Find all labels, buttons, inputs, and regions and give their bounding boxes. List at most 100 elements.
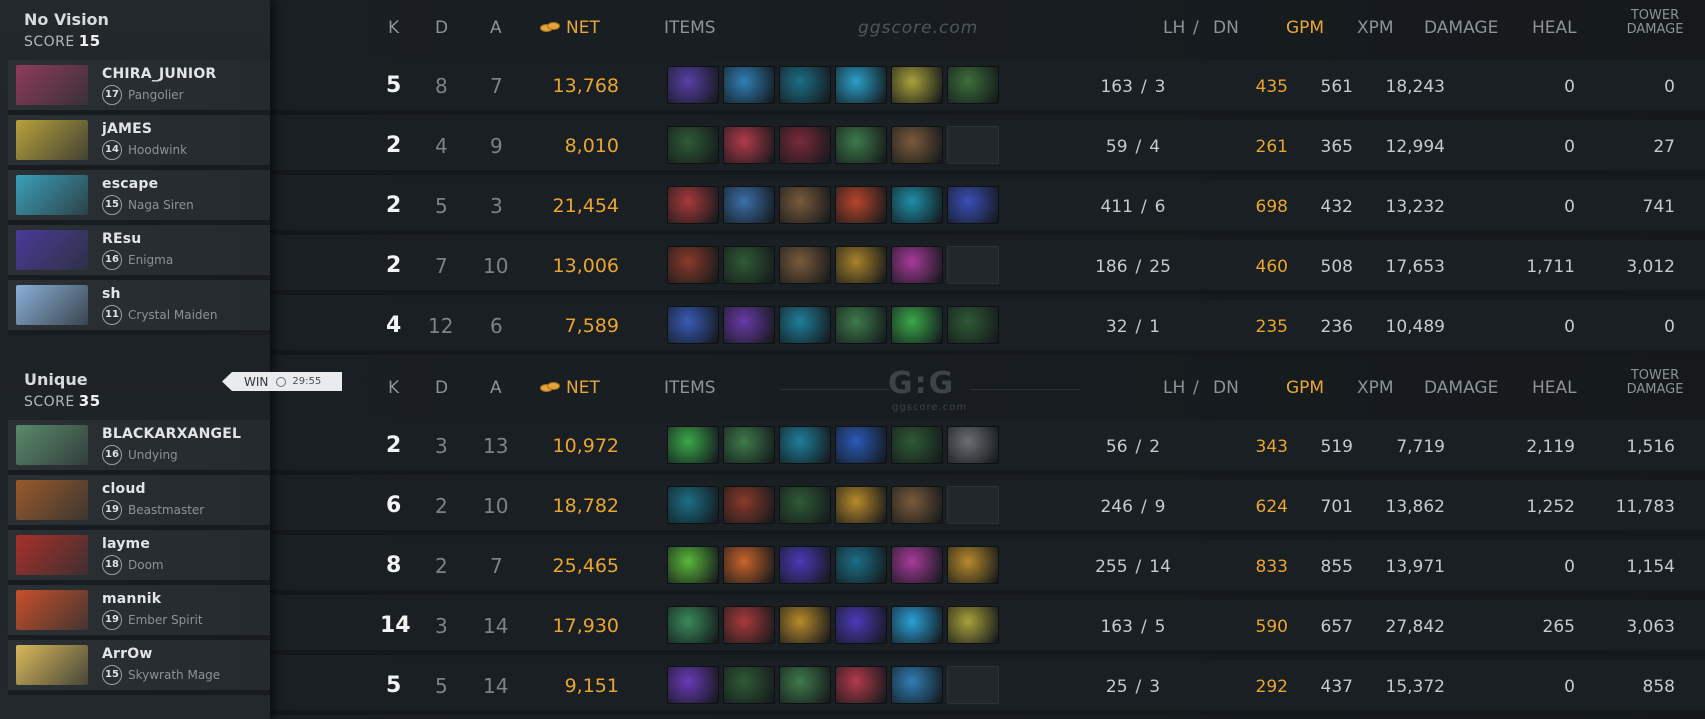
player-name[interactable]: sh	[102, 286, 218, 302]
item-slot[interactable]	[947, 306, 999, 344]
item-slot[interactable]	[835, 546, 887, 584]
player-name[interactable]: layme	[102, 536, 164, 552]
item-slot[interactable]	[891, 426, 943, 464]
item-slot[interactable]	[723, 546, 775, 584]
item-slot[interactable]	[891, 126, 943, 164]
hero-portrait[interactable]	[16, 175, 88, 215]
item-slot[interactable]	[723, 186, 775, 224]
item-slot[interactable]	[947, 606, 999, 644]
item-slot[interactable]	[667, 186, 719, 224]
item-slot[interactable]	[779, 306, 831, 344]
item-slot[interactable]	[667, 306, 719, 344]
header-denies[interactable]: DN	[1213, 18, 1239, 38]
item-slot[interactable]	[891, 66, 943, 104]
item-slot[interactable]	[667, 486, 719, 524]
item-slot[interactable]	[667, 546, 719, 584]
item-slot[interactable]	[947, 66, 999, 104]
player-card[interactable]: cloud 19 Beastmaster	[8, 475, 270, 530]
player-name[interactable]: CHIRA_JUNIOR	[102, 66, 216, 82]
item-slot[interactable]	[947, 186, 999, 224]
header-xpm[interactable]: XPM	[1357, 378, 1394, 398]
header-last-hits[interactable]: LH	[1163, 378, 1185, 398]
hero-portrait[interactable]	[16, 65, 88, 105]
player-name[interactable]: jAMES	[102, 121, 187, 137]
item-slot[interactable]	[891, 186, 943, 224]
hero-portrait[interactable]	[16, 120, 88, 160]
player-card[interactable]: escape 15 Naga Siren	[8, 170, 270, 225]
item-slot[interactable]	[891, 306, 943, 344]
item-slot[interactable]	[947, 546, 999, 584]
item-slot[interactable]	[779, 126, 831, 164]
item-slot[interactable]	[891, 486, 943, 524]
player-card[interactable]: layme 18 Doom	[8, 530, 270, 585]
item-slot[interactable]	[667, 426, 719, 464]
player-name[interactable]: BLACKARXANGEL	[102, 426, 241, 442]
player-name[interactable]: ArrOw	[102, 646, 220, 662]
header-gpm[interactable]: GPM	[1286, 378, 1324, 398]
item-slot[interactable]	[779, 186, 831, 224]
item-slot[interactable]	[667, 606, 719, 644]
header-tower-damage[interactable]: TOWER DAMAGE	[1610, 369, 1700, 397]
header-tower-damage[interactable]: TOWER DAMAGE	[1610, 9, 1700, 37]
hero-portrait[interactable]	[16, 230, 88, 270]
item-slot[interactable]	[891, 606, 943, 644]
item-slot[interactable]	[667, 246, 719, 284]
item-slot[interactable]	[835, 606, 887, 644]
header-damage[interactable]: DAMAGE	[1424, 18, 1498, 38]
item-slot[interactable]	[667, 126, 719, 164]
header-gpm[interactable]: GPM	[1286, 18, 1324, 38]
player-card[interactable]: REsu 16 Enigma	[8, 225, 270, 280]
item-slot[interactable]	[891, 546, 943, 584]
item-slot[interactable]	[779, 426, 831, 464]
player-card[interactable]: mannik 19 Ember Spirit	[8, 585, 270, 640]
player-card[interactable]: sh 11 Crystal Maiden	[8, 280, 270, 335]
item-slot[interactable]	[723, 426, 775, 464]
header-heal[interactable]: HEAL	[1532, 18, 1577, 38]
item-slot[interactable]	[947, 426, 999, 464]
item-slot[interactable]	[835, 426, 887, 464]
item-slot[interactable]	[835, 246, 887, 284]
item-slot[interactable]	[723, 486, 775, 524]
header-xpm[interactable]: XPM	[1357, 18, 1394, 38]
item-slot[interactable]	[723, 306, 775, 344]
header-damage[interactable]: DAMAGE	[1424, 378, 1498, 398]
item-slot[interactable]	[667, 66, 719, 104]
item-slot[interactable]	[835, 306, 887, 344]
item-slot[interactable]	[779, 246, 831, 284]
item-slot[interactable]	[835, 66, 887, 104]
hero-portrait[interactable]	[16, 425, 88, 465]
item-slot[interactable]	[835, 666, 887, 704]
item-slot[interactable]	[891, 666, 943, 704]
player-card[interactable]: CHIRA_JUNIOR 17 Pangolier	[8, 60, 270, 115]
hero-portrait[interactable]	[16, 535, 88, 575]
item-slot[interactable]	[835, 486, 887, 524]
player-card[interactable]: ArrOw 15 Skywrath Mage	[8, 640, 270, 695]
item-slot[interactable]	[723, 246, 775, 284]
item-slot[interactable]	[779, 486, 831, 524]
header-assists[interactable]: A	[490, 378, 502, 398]
item-slot[interactable]	[779, 666, 831, 704]
item-slot[interactable]	[779, 66, 831, 104]
header-kills[interactable]: K	[388, 378, 399, 398]
header-kills[interactable]: K	[388, 18, 399, 38]
hero-portrait[interactable]	[16, 480, 88, 520]
item-slot[interactable]	[723, 666, 775, 704]
hero-portrait[interactable]	[16, 645, 88, 685]
item-slot[interactable]	[891, 246, 943, 284]
header-heal[interactable]: HEAL	[1532, 378, 1577, 398]
item-slot[interactable]	[779, 606, 831, 644]
item-slot[interactable]	[835, 186, 887, 224]
player-name[interactable]: cloud	[102, 481, 204, 497]
player-card[interactable]: jAMES 14 Hoodwink	[8, 115, 270, 170]
item-slot[interactable]	[835, 126, 887, 164]
item-slot[interactable]	[667, 666, 719, 704]
item-slot[interactable]	[779, 546, 831, 584]
player-card[interactable]: BLACKARXANGEL 16 Undying	[8, 420, 270, 475]
header-last-hits[interactable]: LH	[1163, 18, 1185, 38]
item-slot[interactable]	[723, 606, 775, 644]
player-name[interactable]: escape	[102, 176, 194, 192]
hero-portrait[interactable]	[16, 590, 88, 630]
header-networth[interactable]: NET	[540, 378, 600, 398]
player-name[interactable]: REsu	[102, 231, 173, 247]
header-networth[interactable]: NET	[540, 18, 600, 38]
